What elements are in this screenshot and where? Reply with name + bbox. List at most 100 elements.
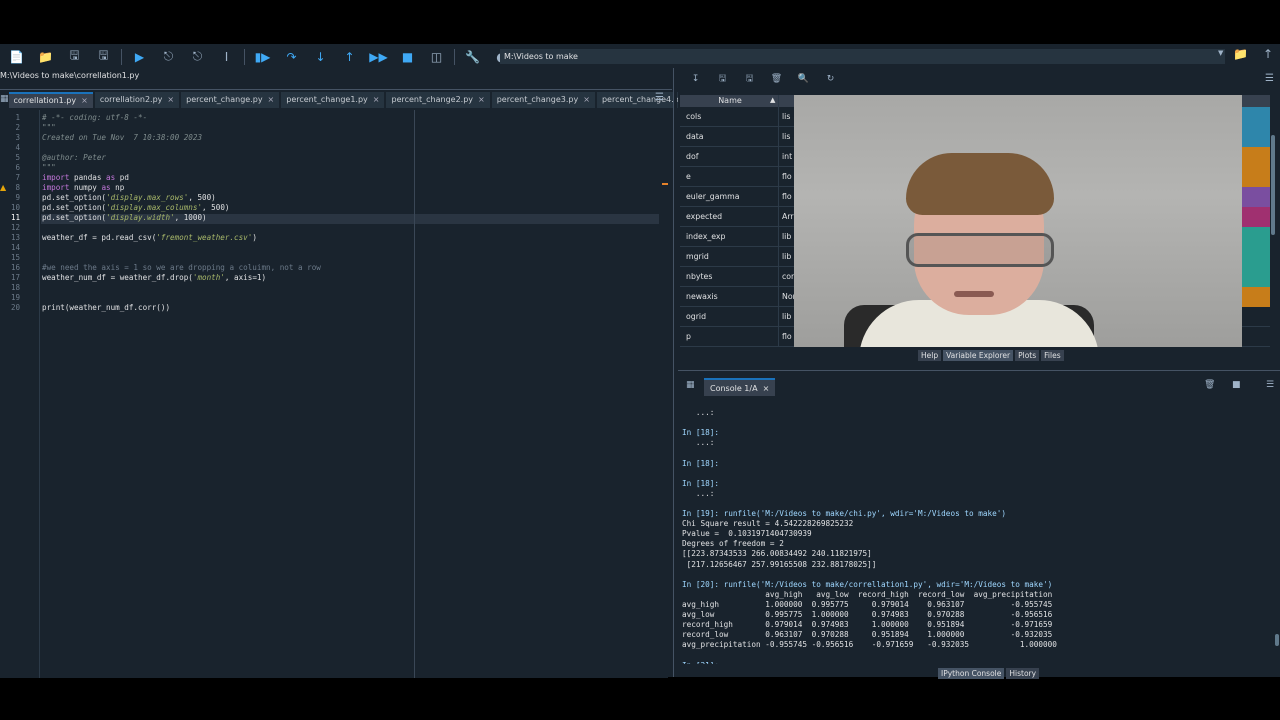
tab-label: percent_change2.py <box>391 95 474 104</box>
console-line: avg_low 0.995775 1.000000 0.974983 0.970… <box>682 610 1053 619</box>
code-line-11: pd.set_option('display.width', 1000) <box>42 213 207 222</box>
line-number: 20 <box>10 303 20 312</box>
close-icon[interactable]: × <box>268 95 275 104</box>
run-icon[interactable]: ▶ <box>125 46 154 68</box>
value-color-tile <box>1242 187 1270 207</box>
line-number: 9 <box>15 193 20 202</box>
working-directory-input[interactable]: M:\Videos to make <box>500 49 1225 64</box>
stop-icon[interactable]: ■ <box>393 46 422 68</box>
console-tabs: IPython Console History <box>938 668 1040 679</box>
step-into-icon[interactable]: ↓ <box>306 46 335 68</box>
variable-name: euler_gamma <box>686 192 740 201</box>
code-text: numpy <box>69 183 102 192</box>
step-over-icon[interactable]: ↷ <box>277 46 306 68</box>
tab-help[interactable]: Help <box>918 350 942 361</box>
tab-files[interactable]: Files <box>1041 350 1064 361</box>
chevron-down-icon[interactable]: ▼ <box>1218 49 1226 64</box>
tab-plots[interactable]: Plots <box>1015 350 1040 361</box>
console-line: Degrees of freedom = 2 <box>682 539 784 549</box>
tab-ipython-console[interactable]: IPython Console <box>938 668 1005 679</box>
line-number: 17 <box>10 273 20 282</box>
console-output[interactable]: ...: In [18]: ...: In [18]: In [18]: ...: In… <box>678 400 1274 664</box>
tab-correllation1[interactable]: correllation1.py × <box>8 92 93 108</box>
scrollbar[interactable] <box>1270 95 1276 347</box>
variable-table[interactable]: Name ▲ cols lis data lis dof int e flo euler… <box>680 95 1270 347</box>
close-icon[interactable]: × <box>167 95 174 104</box>
debug-icon[interactable]: ▮▶ <box>248 46 277 68</box>
tab-correllation2[interactable]: correllation2.py × <box>94 92 180 108</box>
step-return-icon[interactable]: ↑ <box>335 46 364 68</box>
value-color-tile <box>1242 127 1270 147</box>
value-color-tile <box>1242 267 1270 287</box>
open-folder-icon[interactable]: 📁 <box>31 46 60 68</box>
console-list-icon[interactable]: ▦ <box>686 380 695 390</box>
console-line: In [19]: runfile('M:/Videos to make/chi.… <box>682 509 1006 518</box>
new-file-icon[interactable]: 📄 <box>2 46 31 68</box>
tab-percent-change1[interactable]: percent_change1.py × <box>281 92 385 108</box>
scrollbar[interactable] <box>1274 406 1280 662</box>
line-number: 10 <box>10 203 20 212</box>
value-color-tile <box>1242 207 1270 227</box>
parent-directory-icon[interactable]: ↑ <box>1263 47 1273 61</box>
hamburger-menu-icon[interactable]: ☰ <box>655 92 664 103</box>
code-editor[interactable]: 1 2 3 4 5 6 7 8 9 10 11 12 13 14 15 16 1… <box>0 110 668 678</box>
import-data-icon[interactable]: ↧ <box>682 74 709 84</box>
code-text: pd.set_option( <box>42 193 107 202</box>
line-number-current: 11 <box>10 213 20 222</box>
tab-history[interactable]: History <box>1006 668 1040 679</box>
maximize-pane-icon[interactable]: ◫ <box>422 46 451 68</box>
close-icon[interactable]: × <box>81 96 88 105</box>
value-color-tile <box>1242 227 1270 247</box>
browse-folder-icon[interactable]: 📁 <box>1233 47 1248 61</box>
tab-variable-explorer[interactable]: Variable Explorer <box>943 350 1014 361</box>
value-color-column <box>1242 95 1270 347</box>
close-icon[interactable]: × <box>583 95 590 104</box>
variable-type: Arr <box>782 212 794 221</box>
preferences-wrench-icon[interactable]: 🔧 <box>458 46 487 68</box>
console-line: In [18]: <box>682 478 720 488</box>
variable-name: newaxis <box>686 292 718 301</box>
variable-type: flo <box>782 332 792 341</box>
save-data-as-icon[interactable]: 🖫 <box>736 71 763 87</box>
variable-type: lib <box>782 252 792 261</box>
save-all-icon[interactable]: 🖫 <box>89 46 118 68</box>
hamburger-menu-icon[interactable]: ☰ <box>1265 73 1274 84</box>
run-cell-advance-icon[interactable]: ⎋ <box>183 46 212 68</box>
trash-icon[interactable]: 🗑 <box>1204 380 1215 390</box>
code-text: pandas <box>69 173 107 182</box>
code-text: pd.set_option( <box>42 203 107 212</box>
close-icon[interactable]: × <box>763 384 770 393</box>
column-header-name[interactable]: Name <box>680 95 780 107</box>
presenter-mouth <box>954 291 994 297</box>
code-line-20: print(weather_num_df.corr()) <box>42 303 171 312</box>
close-icon[interactable]: × <box>478 95 485 104</box>
run-selection-icon[interactable]: I <box>212 46 241 68</box>
hamburger-menu-icon[interactable]: ☰ <box>1266 380 1274 390</box>
refresh-icon[interactable]: ↻ <box>817 74 844 84</box>
console-line: avg_high avg_low record_high record_low … <box>682 589 1053 599</box>
variable-name: expected <box>686 212 723 221</box>
variable-type: lib <box>782 312 792 321</box>
continue-icon[interactable]: ▶▶ <box>364 46 393 68</box>
run-cell-icon[interactable]: ⎋ <box>154 46 183 68</box>
pane-splitter[interactable] <box>673 68 677 677</box>
tab-percent-change3[interactable]: percent_change3.py × <box>491 92 595 108</box>
tab-percent-change2[interactable]: percent_change2.py × <box>386 92 490 108</box>
code-line-10: pd.set_option('display.max_columns', 500… <box>42 203 229 212</box>
console-tab-label: Console 1/A <box>710 384 758 393</box>
code-text: np <box>110 183 125 192</box>
file-switcher-icon[interactable]: ▦ <box>0 90 9 108</box>
search-icon[interactable]: 🔍 <box>790 74 817 84</box>
save-data-icon[interactable]: 🖫 <box>709 71 736 87</box>
save-icon[interactable]: 🖫 <box>60 46 89 68</box>
tab-console[interactable]: Console 1/A × <box>704 378 776 396</box>
stop-kernel-icon[interactable]: ■ <box>1232 380 1241 390</box>
tab-percent-change[interactable]: percent_change.py × <box>181 92 280 108</box>
close-icon[interactable]: × <box>373 95 380 104</box>
value-color-tile <box>1242 147 1270 167</box>
pane-splitter-horizontal[interactable] <box>678 370 1280 374</box>
scrollbar-thumb[interactable] <box>1275 634 1279 646</box>
remove-all-icon[interactable]: 🗑 <box>763 74 790 84</box>
warning-icon[interactable]: ▲ <box>0 183 6 192</box>
scrollbar-thumb[interactable] <box>1271 135 1275 235</box>
